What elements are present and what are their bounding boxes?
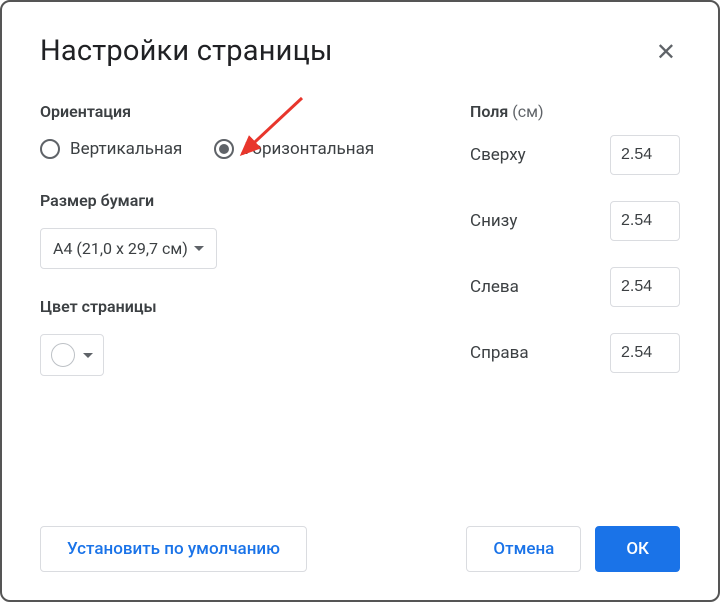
margin-top-row: Сверху <box>470 135 680 175</box>
orientation-landscape-label: Горизонтальная <box>244 139 374 159</box>
orientation-portrait-label: Вертикальная <box>70 139 182 159</box>
chevron-down-icon <box>194 246 204 251</box>
right-column: Поля (см) Сверху Снизу Слева Справа <box>470 102 680 399</box>
dialog-content: Ориентация Вертикальная Горизонтальная Р… <box>40 102 680 399</box>
page-color-picker[interactable] <box>40 334 104 376</box>
margin-bottom-input[interactable] <box>610 201 680 241</box>
set-default-button[interactable]: Установить по умолчанию <box>40 526 307 572</box>
margin-left-row: Слева <box>470 267 680 307</box>
dialog-title: Настройки страницы <box>40 34 333 68</box>
radio-icon <box>40 139 60 159</box>
chevron-down-icon <box>83 353 93 358</box>
ok-button[interactable]: ОК <box>595 526 680 572</box>
margin-right-row: Справа <box>470 333 680 373</box>
cancel-button[interactable]: Отмена <box>466 526 581 572</box>
paper-size-value: A4 (21,0 x 29,7 см) <box>53 239 188 258</box>
margins-label: Поля (см) <box>470 102 680 121</box>
margin-bottom-row: Снизу <box>470 201 680 241</box>
margin-left-input[interactable] <box>610 267 680 307</box>
margin-bottom-label: Снизу <box>470 211 517 231</box>
close-button[interactable]: ✕ <box>652 38 680 66</box>
margin-right-input[interactable] <box>610 333 680 373</box>
orientation-label: Ориентация <box>40 102 450 121</box>
margins-unit: (см) <box>512 102 543 121</box>
close-icon: ✕ <box>656 38 676 66</box>
dialog-footer: Установить по умолчанию Отмена ОК <box>40 526 680 572</box>
paper-size-label: Размер бумаги <box>40 191 450 210</box>
margin-right-label: Справа <box>470 343 529 363</box>
orientation-radios: Вертикальная Горизонтальная <box>40 139 450 159</box>
margins-label-text: Поля <box>470 102 508 121</box>
margin-top-label: Сверху <box>470 145 526 165</box>
page-setup-dialog: Настройки страницы ✕ Ориентация Вертикал… <box>0 0 720 602</box>
color-swatch-icon <box>51 343 75 367</box>
orientation-landscape-radio[interactable]: Горизонтальная <box>214 139 374 159</box>
dialog-header: Настройки страницы ✕ <box>40 34 680 68</box>
radio-icon <box>214 139 234 159</box>
left-column: Ориентация Вертикальная Горизонтальная Р… <box>40 102 450 399</box>
margin-left-label: Слева <box>470 277 519 297</box>
page-color-label: Цвет страницы <box>40 297 450 316</box>
orientation-portrait-radio[interactable]: Вертикальная <box>40 139 182 159</box>
margin-top-input[interactable] <box>610 135 680 175</box>
paper-size-select[interactable]: A4 (21,0 x 29,7 см) <box>40 228 217 269</box>
